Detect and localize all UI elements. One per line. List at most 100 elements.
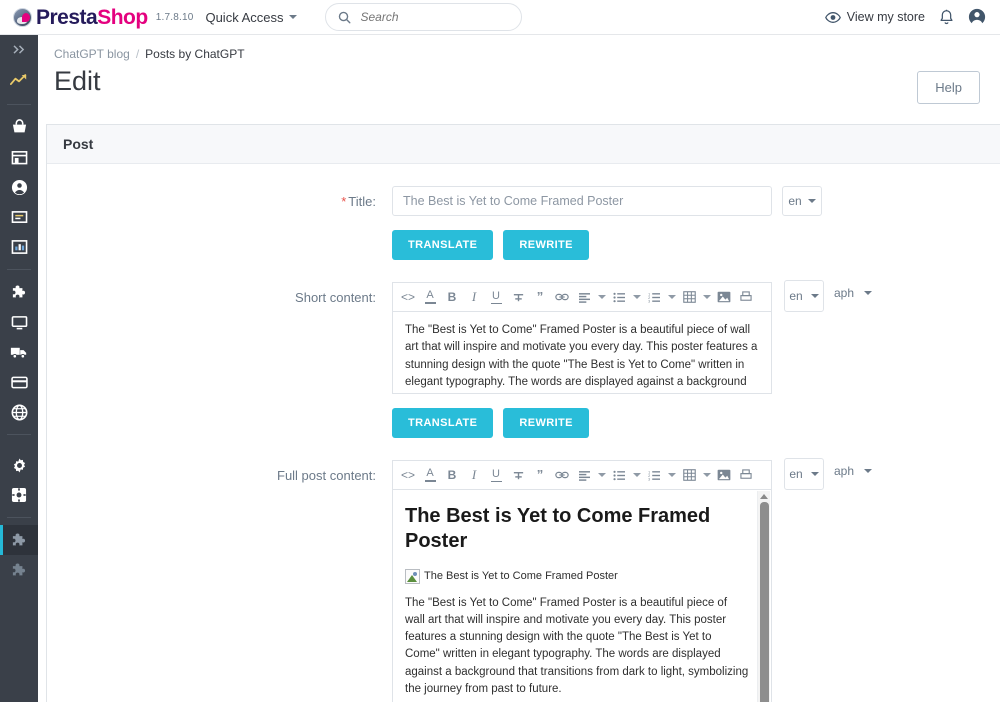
sidebar-item-shipping[interactable] <box>0 337 38 367</box>
sidebar-item-shop-parameters[interactable] <box>0 450 38 480</box>
align-icon[interactable] <box>573 285 595 310</box>
svg-text:3: 3 <box>648 477 650 480</box>
search-box[interactable] <box>324 3 522 31</box>
table-dropdown-caret-icon[interactable] <box>700 463 713 488</box>
numbered-list-dropdown-caret-icon[interactable] <box>665 285 678 310</box>
account-button[interactable] <box>968 8 986 26</box>
blockquote-icon[interactable]: ” <box>529 285 551 310</box>
text-color-icon[interactable]: A <box>419 285 441 310</box>
short-content-language-value: en <box>789 289 803 303</box>
sidebar-item-dashboard[interactable] <box>0 63 38 97</box>
align-dropdown-caret-icon[interactable] <box>595 285 608 310</box>
sidebar-item-international[interactable] <box>0 397 38 427</box>
short-content-translate-button[interactable]: TRANSLATE <box>392 408 494 438</box>
full-content-toolbar: <> A B I U ” 1 2 3 <box>392 460 772 489</box>
sidebar-item-collapse-menu[interactable] <box>0 35 38 63</box>
search-input[interactable] <box>358 9 509 25</box>
strikethrough-icon[interactable] <box>507 285 529 310</box>
globe-icon <box>11 404 27 420</box>
numbered-list-dropdown-caret-icon[interactable] <box>665 463 678 488</box>
scrollbar-thumb[interactable] <box>759 502 769 702</box>
post-panel: Post *Title: en TRANSLATE <box>46 124 1000 702</box>
link-icon[interactable] <box>551 463 573 488</box>
image-icon[interactable] <box>713 463 735 488</box>
sidebar-item-orders[interactable] <box>0 112 38 142</box>
italic-icon[interactable]: I <box>463 285 485 310</box>
short-content-rewrite-button[interactable]: REWRITE <box>503 408 589 438</box>
brand-shop: Shop <box>97 5 148 29</box>
help-button[interactable]: Help <box>917 71 980 104</box>
bold-icon[interactable]: B <box>441 463 463 488</box>
broken-image-alt-text: The Best is Yet to Come Framed Poster <box>424 570 618 582</box>
quick-access-dropdown[interactable]: Quick Access <box>205 10 297 25</box>
align-dropdown-caret-icon[interactable] <box>595 463 608 488</box>
image-icon[interactable] <box>713 285 735 310</box>
link-icon[interactable] <box>551 285 573 310</box>
page-content: ChatGPT blog / Posts by ChatGPT Edit Hel… <box>38 35 1000 702</box>
bar-chart-icon <box>11 240 27 254</box>
required-asterisk: * <box>341 194 347 209</box>
short-content-editable[interactable]: The "Best is Yet to Come" Framed Poster … <box>392 311 772 394</box>
full-content-format-dropdown[interactable]: aph <box>834 464 872 478</box>
notifications-button[interactable] <box>939 9 954 25</box>
full-content-scrollbar[interactable] <box>757 491 770 702</box>
sidebar-item-design[interactable] <box>0 307 38 337</box>
full-content-label: Full post content: <box>277 468 376 483</box>
bullet-list-dropdown-caret-icon[interactable] <box>630 285 643 310</box>
breadcrumb: ChatGPT blog / Posts by ChatGPT <box>38 35 1000 61</box>
view-my-store-link[interactable]: View my store <box>824 10 925 24</box>
table-dropdown-caret-icon[interactable] <box>700 285 713 310</box>
bullet-list-icon[interactable] <box>608 463 630 488</box>
breadcrumb-separator: / <box>135 47 140 61</box>
short-content-language-select[interactable]: en <box>784 280 824 312</box>
chevron-down-icon <box>810 472 819 476</box>
title-input[interactable] <box>392 186 772 216</box>
bullet-list-dropdown-caret-icon[interactable] <box>630 463 643 488</box>
italic-icon[interactable]: I <box>463 463 485 488</box>
align-icon[interactable] <box>573 463 595 488</box>
full-content-language-select[interactable]: en <box>784 458 824 490</box>
numbered-list-icon[interactable]: 1 2 3 <box>643 285 665 310</box>
gear-icon <box>13 458 25 472</box>
underline-icon[interactable]: U <box>485 285 507 310</box>
blockquote-icon[interactable]: ” <box>529 463 551 488</box>
breadcrumb-parent[interactable]: ChatGPT blog <box>54 47 130 61</box>
sidebar-item-modules[interactable] <box>0 277 38 307</box>
table-icon[interactable] <box>678 285 700 310</box>
bullet-list-icon[interactable] <box>608 285 630 310</box>
numbered-list-icon[interactable]: 1 2 3 <box>643 463 665 488</box>
sidebar-item-chatgpt-blog[interactable] <box>0 525 38 555</box>
sidebar-item-customer-service[interactable] <box>0 202 38 232</box>
short-content-paragraph: The "Best is Yet to Come" Framed Poster … <box>405 324 758 388</box>
account-icon <box>968 8 986 26</box>
short-content-format-dropdown[interactable]: aph <box>834 286 872 300</box>
short-content-form-row: Short content: <> A B I U ” 1 2 3 The "B… <box>47 280 1000 438</box>
sidebar-item-catalog[interactable] <box>0 142 38 172</box>
print-icon[interactable] <box>735 285 757 310</box>
short-content-toolbar: <> A B I U ” 1 2 3 <box>392 282 772 311</box>
print-icon[interactable] <box>735 463 757 488</box>
strikethrough-icon[interactable] <box>507 463 529 488</box>
underline-icon[interactable]: U <box>485 463 507 488</box>
version-label: 1.7.8.10 <box>155 11 194 23</box>
text-color-icon[interactable]: A <box>419 463 441 488</box>
title-language-select[interactable]: en <box>782 186 822 216</box>
full-content-editable[interactable]: The Best is Yet to Come Framed Poster Th… <box>392 489 772 702</box>
bold-icon[interactable]: B <box>441 285 463 310</box>
sidebar-item-advanced-parameters[interactable] <box>0 480 38 510</box>
broken-image-placeholder: The Best is Yet to Come Framed Poster <box>405 568 618 585</box>
main-sidebar <box>0 35 38 702</box>
table-icon[interactable] <box>678 463 700 488</box>
sidebar-item-stats[interactable] <box>0 232 38 262</box>
sidebar-item-customers[interactable] <box>0 172 38 202</box>
source-code-icon[interactable]: <> <box>397 463 419 488</box>
title-translate-button[interactable]: TRANSLATE <box>392 230 494 260</box>
sidebar-item-extra-module[interactable] <box>0 555 38 585</box>
source-code-icon[interactable]: <> <box>397 285 419 310</box>
brand-logo[interactable]: PrestaShop <box>13 7 148 28</box>
scroll-up-arrow-icon[interactable] <box>760 494 768 499</box>
short-content-action-buttons: TRANSLATE REWRITE <box>392 408 1000 438</box>
title-rewrite-button[interactable]: REWRITE <box>503 230 589 260</box>
sidebar-item-payment[interactable] <box>0 367 38 397</box>
view-my-store-label: View my store <box>846 10 925 24</box>
